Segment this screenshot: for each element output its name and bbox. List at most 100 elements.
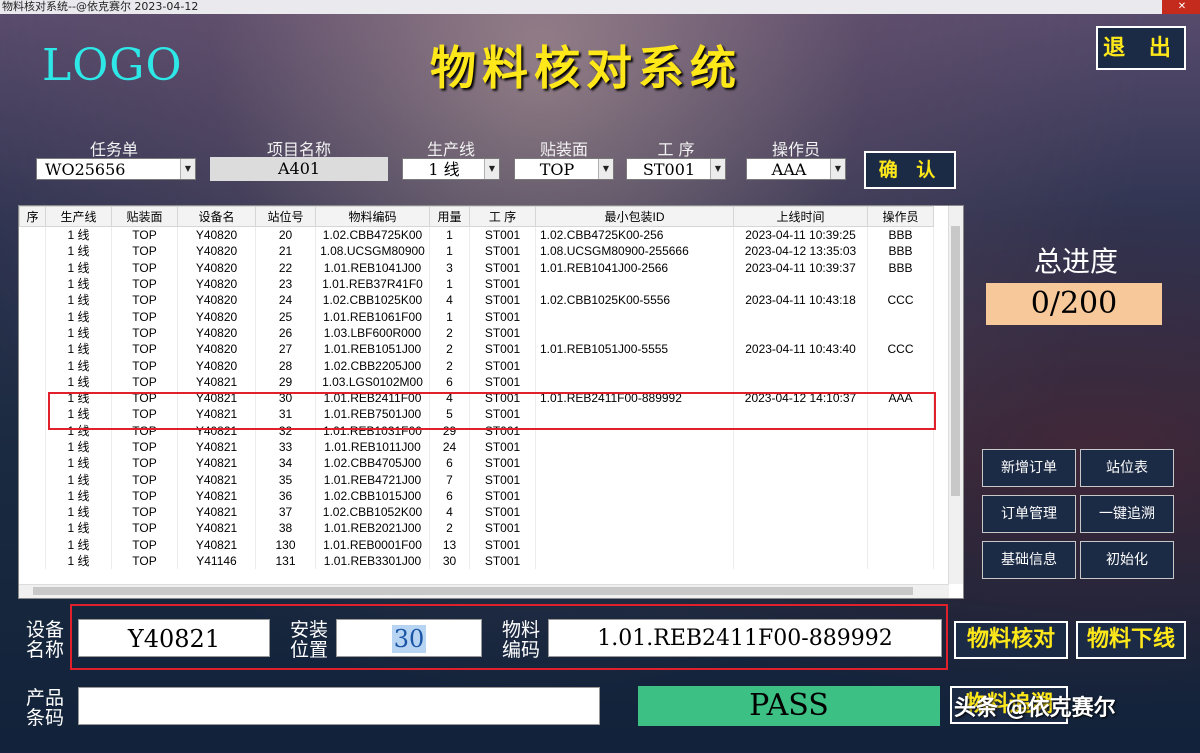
table-row[interactable]: 1 线 TOP Y40821 38 1.01.REB2021J00 2 ST001 xyxy=(19,520,934,537)
table-row[interactable]: 1 线 TOP Y40821 34 1.02.CBB4705J00 6 ST001 xyxy=(19,455,934,472)
process-value: ST001 xyxy=(642,160,696,179)
exit-button[interactable]: 退 出 xyxy=(1096,26,1186,70)
table-cell: ST001 xyxy=(469,552,536,570)
table-cell xyxy=(19,373,46,390)
table-row[interactable]: 1 线 TOP Y40820 23 1.01.REB37R41F0 1 ST001 xyxy=(19,275,934,293)
table-cell xyxy=(733,536,868,553)
chevron-down-icon[interactable]: ▼ xyxy=(830,159,845,179)
table-cell: TOP xyxy=(111,341,178,358)
column-header[interactable]: 物料编码 xyxy=(315,206,430,227)
table-cell: BBB xyxy=(867,259,934,276)
process-select[interactable]: ST001 ▼ xyxy=(626,158,726,180)
chevron-down-icon[interactable]: ▼ xyxy=(710,159,725,179)
product-barcode-input[interactable] xyxy=(78,687,600,725)
table-cell xyxy=(867,520,934,537)
table-cell: BBB xyxy=(867,226,934,244)
table-cell xyxy=(19,357,46,374)
table-cell: 6 xyxy=(429,455,470,472)
table-cell: 30 xyxy=(429,552,470,570)
column-header[interactable]: 最小包装ID xyxy=(535,206,734,227)
table-row[interactable]: 1 线 TOP Y40820 26 1.03.LBF600R000 2 ST001 xyxy=(19,324,934,342)
table-cell: 27 xyxy=(255,341,316,358)
trace-all-button[interactable]: 一键追溯 xyxy=(1080,495,1174,533)
material-code-input[interactable]: 1.01.REB2411F00-889992 xyxy=(548,619,942,657)
table-cell: 1 线 xyxy=(45,308,112,325)
table-cell xyxy=(535,308,734,325)
table-cell xyxy=(867,438,934,456)
device-input[interactable]: Y40821 xyxy=(78,619,270,657)
progress-value: 0/200 xyxy=(986,283,1162,325)
new-order-button[interactable]: 新增订单 xyxy=(982,449,1076,487)
table-cell: Y40820 xyxy=(177,308,256,325)
table-row[interactable]: 1 线 TOP Y40821 130 1.01.REB0001F00 13 ST001 xyxy=(19,536,934,553)
table-cell: 1 线 xyxy=(45,324,112,342)
column-header[interactable]: 设备名 xyxy=(177,206,256,227)
station-table-button[interactable]: 站位表 xyxy=(1080,449,1174,487)
table-cell xyxy=(867,275,934,293)
operator-select[interactable]: AAA ▼ xyxy=(746,158,846,180)
basic-info-button[interactable]: 基础信息 xyxy=(982,541,1076,579)
table-row[interactable]: 1 线 TOP Y40820 20 1.02.CBB4725K00 1 ST001 1.02.… xyxy=(19,226,934,244)
table-row[interactable]: 1 线 TOP Y40821 33 1.01.REB1011J00 24 ST001 xyxy=(19,438,934,456)
column-header[interactable]: 序 xyxy=(19,206,46,227)
table-cell: 1 线 xyxy=(45,504,112,521)
column-header[interactable]: 上线时间 xyxy=(733,206,868,227)
table-row[interactable]: 1 线 TOP Y40821 29 1.03.LGS0102M00 6 ST001 xyxy=(19,373,934,390)
table-cell: TOP xyxy=(111,243,178,260)
table-row[interactable]: 1 线 TOP Y40820 21 1.08.UCSGM80900 1 ST001 1.08.… xyxy=(19,243,934,260)
table-cell: TOP xyxy=(111,504,178,521)
window-titlebar: 物料核对系统--@依克赛尔 2023-04-12 ✕ xyxy=(0,0,1200,14)
vertical-scrollbar[interactable] xyxy=(948,206,963,584)
column-header[interactable]: 工 序 xyxy=(469,206,536,227)
table-cell: TOP xyxy=(111,520,178,537)
table-row[interactable]: 1 线 TOP Y40821 37 1.02.CBB1052K00 4 ST001 xyxy=(19,504,934,521)
table-row[interactable]: 1 线 TOP Y40821 35 1.01.REB4721J00 7 ST001 xyxy=(19,471,934,488)
window-close-button[interactable]: ✕ xyxy=(1162,0,1200,14)
table-cell: ST001 xyxy=(469,455,536,472)
table-header-row: 序生产线 贴装面 设备名 站位号 物料编码 用量工 序最小包装ID 上线时间 操作员 xyxy=(19,206,934,227)
scrollbar-thumb[interactable] xyxy=(951,226,960,496)
initialize-button[interactable]: 初始化 xyxy=(1080,541,1174,579)
horizontal-scrollbar[interactable] xyxy=(19,584,949,598)
table-cell: 2023-04-11 10:39:37 xyxy=(733,259,868,276)
task-select[interactable]: WO25656 ▼ xyxy=(36,158,196,180)
position-input[interactable]: 30 xyxy=(336,619,482,657)
material-check-button[interactable]: 物料核对 xyxy=(954,621,1068,659)
table-cell: 1.02.CBB1025K00 xyxy=(315,292,430,309)
table-cell: 131 xyxy=(255,552,316,570)
table-cell: ST001 xyxy=(469,324,536,342)
column-header[interactable]: 贴装面 xyxy=(111,206,178,227)
table-cell: 1.02.CBB4705J00 xyxy=(315,455,430,472)
side-select[interactable]: TOP ▼ xyxy=(514,158,614,180)
table-cell xyxy=(535,552,734,570)
table-row[interactable]: 1 线 TOP Y40820 24 1.02.CBB1025K00 4 ST001 1.02.… xyxy=(19,292,934,309)
table-cell: Y41146 xyxy=(177,552,256,570)
table-cell: 1.03.LGS0102M00 xyxy=(315,373,430,390)
table-row[interactable]: 1 线 TOP Y40820 22 1.01.REB1041J00 3 ST001 1.01.… xyxy=(19,259,934,276)
table-row[interactable]: 1 线 TOP Y40820 28 1.02.CBB2205J00 2 ST001 xyxy=(19,357,934,374)
chevron-down-icon[interactable]: ▼ xyxy=(180,159,195,179)
table-row[interactable]: 1 线 TOP Y40820 25 1.01.REB1061F00 1 ST001 xyxy=(19,308,934,325)
table-cell: TOP xyxy=(111,552,178,570)
column-header[interactable]: 用量 xyxy=(429,206,470,227)
confirm-button[interactable]: 确 认 xyxy=(864,151,956,189)
line-select[interactable]: 1 线 ▼ xyxy=(402,158,500,180)
table-cell: 1 线 xyxy=(45,226,112,244)
table-cell: TOP xyxy=(111,487,178,505)
result-status: PASS xyxy=(638,686,940,726)
column-header[interactable]: 操作员 xyxy=(867,206,934,227)
table-row[interactable]: 1 线 TOP Y40820 27 1.01.REB1051J00 2 ST001 1.01.… xyxy=(19,341,934,358)
column-header[interactable]: 站位号 xyxy=(255,206,316,227)
table-cell: 1.01.REB37R41F0 xyxy=(315,275,430,293)
scrollbar-thumb[interactable] xyxy=(33,587,913,595)
material-offline-button[interactable]: 物料下线 xyxy=(1076,621,1186,659)
table-cell: 1.01.REB3301J00 xyxy=(315,552,430,570)
chevron-down-icon[interactable]: ▼ xyxy=(484,159,499,179)
column-header[interactable]: 生产线 xyxy=(45,206,112,227)
table-row[interactable]: 1 线 TOP Y40821 36 1.02.CBB1015J00 6 ST001 xyxy=(19,487,934,505)
table-row[interactable]: 1 线 TOP Y41146 131 1.01.REB3301J00 30 ST001 xyxy=(19,552,934,570)
order-manage-button[interactable]: 订单管理 xyxy=(982,495,1076,533)
chevron-down-icon[interactable]: ▼ xyxy=(598,159,613,179)
table-cell xyxy=(19,243,46,260)
table-cell: ST001 xyxy=(469,504,536,521)
